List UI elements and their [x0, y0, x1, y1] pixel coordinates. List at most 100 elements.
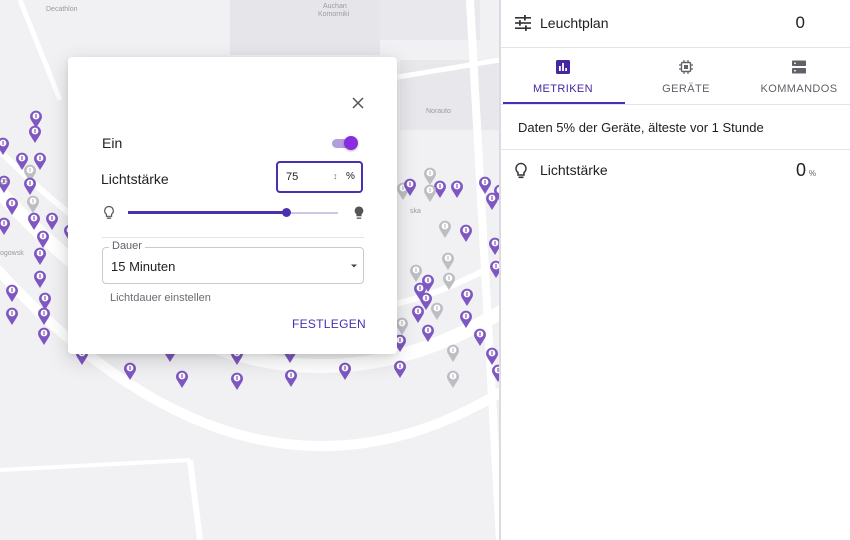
bulb-icon	[466, 292, 468, 296]
bulb-icon	[39, 251, 41, 255]
brightness-label: Lichtstärke	[101, 171, 169, 187]
streetlight-marker[interactable]	[439, 220, 451, 238]
streetlight-marker[interactable]	[410, 264, 422, 282]
map-street-label: Komorniki	[318, 11, 350, 18]
chip-icon	[679, 60, 693, 74]
bulb-icon	[11, 288, 13, 292]
bulb-icon	[29, 181, 31, 185]
streetlight-marker[interactable]	[424, 184, 436, 202]
metric-row-brightness[interactable]: Lichtstärke 0 %	[501, 150, 850, 194]
tab-metriken[interactable]: METRIKEN	[503, 48, 623, 104]
close-icon[interactable]	[351, 96, 365, 110]
bulb-icon	[479, 332, 481, 336]
streetlight-marker[interactable]	[447, 370, 459, 388]
duration-legend: Dauer	[109, 240, 145, 252]
bulb-icon	[494, 241, 496, 245]
map-road	[0, 458, 191, 472]
streetlight-marker[interactable]	[451, 180, 463, 198]
lightbulb-icon	[515, 162, 527, 179]
bulb-icon	[3, 221, 5, 225]
panel-title: Leuchtplan	[540, 15, 609, 31]
streetlight-marker[interactable]	[412, 305, 424, 323]
bulb-icon	[344, 366, 346, 370]
map-street-label: Decathlon	[46, 6, 78, 13]
streetlight-marker[interactable]	[474, 328, 486, 346]
streetlight-marker[interactable]	[5, 307, 19, 325]
bulb-icon	[427, 328, 429, 332]
bulb-icon	[39, 274, 41, 278]
bulb-icon	[447, 256, 449, 260]
map-street-label: ga	[0, 178, 8, 185]
brightness-input[interactable]: 75 ↕ %	[276, 161, 363, 193]
streetlight-marker[interactable]	[339, 362, 351, 380]
bulb-icon	[399, 364, 401, 368]
duration-helper-text: Lichtdauer einstellen	[110, 292, 211, 304]
server-icon	[792, 60, 806, 74]
streetlight-marker[interactable]	[461, 288, 473, 306]
lightbulb-outline-icon	[104, 205, 114, 219]
bulb-icon	[42, 234, 44, 238]
bulb-icon	[495, 264, 497, 268]
streetlight-marker[interactable]	[24, 177, 36, 195]
map-road	[187, 459, 203, 540]
streetlight-marker[interactable]	[424, 167, 436, 185]
streetlight-marker[interactable]	[29, 125, 41, 143]
bulb-icon	[399, 338, 401, 342]
bulb-icon	[417, 309, 419, 313]
streetlight-marker[interactable]	[431, 302, 443, 320]
slider-thumb[interactable]	[281, 208, 291, 217]
tab-kommandos[interactable]: KOMMANDOS	[739, 48, 850, 104]
tab-geraete[interactable]: GERÄTE	[626, 48, 746, 104]
slider-fill	[128, 211, 286, 214]
streetlight-marker[interactable]	[46, 212, 59, 230]
streetlight-marker[interactable]	[285, 369, 298, 387]
bulb-icon	[11, 201, 13, 205]
map-road	[17, 0, 63, 101]
side-panel: Leuchtplan 0 METRIKEN GERÄTE KOMMANDOS D…	[501, 0, 850, 540]
tune-icon[interactable]	[514, 14, 532, 32]
bulb-icon	[452, 348, 454, 352]
bulb-icon	[43, 331, 45, 335]
map-building	[230, 0, 380, 55]
streetlight-marker[interactable]	[26, 195, 39, 213]
data-info-row: Daten 5% der Geräte, älteste vor 1 Stund…	[501, 106, 850, 150]
duration-select[interactable]: Dauer 15 Minuten	[102, 240, 364, 284]
bulb-icon	[21, 156, 23, 160]
bulb-icon	[44, 296, 46, 300]
bulb-icon	[419, 286, 421, 290]
streetlight-marker[interactable]	[442, 252, 454, 270]
active-tab-indicator	[503, 102, 625, 104]
brightness-input-unit: %	[346, 171, 355, 182]
brightness-slider[interactable]	[102, 203, 368, 223]
streetlight-marker[interactable]	[34, 270, 46, 288]
streetlight-marker[interactable]	[0, 217, 10, 235]
device-count: 0	[795, 13, 805, 32]
streetlight-marker[interactable]	[38, 327, 50, 345]
tab-bar: METRIKEN GERÄTE KOMMANDOS	[501, 48, 850, 105]
streetlight-marker[interactable]	[34, 152, 46, 170]
streetlight-marker[interactable]	[447, 344, 459, 362]
streetlight-marker[interactable]	[460, 224, 472, 242]
bulb-icon	[2, 141, 4, 145]
bulb-icon	[415, 268, 417, 272]
streetlight-marker[interactable]	[396, 317, 408, 335]
streetlight-marker[interactable]	[231, 372, 243, 390]
metric-value: 0	[795, 160, 806, 180]
light-control-dialog: Ein Lichtstärke 75 ↕ % Dauer 15 Minuten …	[68, 57, 397, 354]
data-info-text: Daten 5% der Geräte, älteste vor 1 Stund…	[518, 120, 764, 135]
power-toggle[interactable]	[332, 136, 358, 150]
streetlight-marker[interactable]	[176, 370, 188, 388]
power-label: Ein	[102, 135, 123, 151]
brightness-input-value: 75	[286, 171, 299, 183]
bulb-icon	[427, 278, 429, 282]
tab-label: GERÄTE	[662, 83, 710, 95]
streetlight-marker[interactable]	[394, 360, 406, 378]
streetlight-marker[interactable]	[30, 110, 42, 128]
bulb-icon	[429, 188, 431, 192]
bulb-icon	[181, 374, 183, 378]
streetlight-marker[interactable]	[5, 284, 19, 302]
submit-button[interactable]: FESTLEGEN	[286, 313, 366, 335]
spinner-icon[interactable]: ↕	[333, 171, 338, 181]
streetlight-marker[interactable]	[34, 247, 46, 265]
bulb-icon	[491, 196, 493, 200]
